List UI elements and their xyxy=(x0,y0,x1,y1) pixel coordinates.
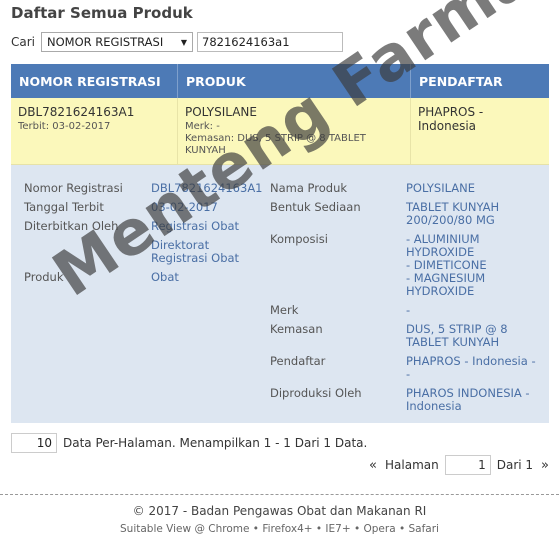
product-merk: Merk: - xyxy=(185,121,220,132)
value-tanggal: 03-02-2017 xyxy=(151,200,218,214)
cell-reg: DBL7821624163A1 Terbit: 03-02-2017 xyxy=(11,98,178,164)
label-diterbitkan: Diterbitkan Oleh xyxy=(24,219,119,233)
label-kemasan: Kemasan xyxy=(270,322,323,336)
footer-browsers: Suitable View @ Chrome • Firefox4+ • IE7… xyxy=(120,523,439,535)
page-number-input[interactable]: 1 xyxy=(444,455,491,475)
product-kemasan: Kemasan: DUS, 5 STRIP @ 8 TABLET KUNYAH xyxy=(185,133,366,156)
search-field-select[interactable]: NOMOR REGISTRASI ▼ xyxy=(41,32,193,52)
value-nomor: DBL7821624163A1 xyxy=(151,181,263,195)
cell-registrant: PHAPROS - Indonesia xyxy=(411,98,549,164)
detail-panel: Nomor Registrasi DBL7821624163A1 Tanggal… xyxy=(11,165,549,423)
results-table: NOMOR REGISTRASI PRODUK PENDAFTAR DBL782… xyxy=(11,64,549,423)
per-page-input[interactable]: 10 xyxy=(11,433,57,453)
label-bentuk: Bentuk Sediaan xyxy=(270,200,361,214)
search-label: Cari xyxy=(11,35,35,49)
registrant-country: Indonesia xyxy=(418,119,477,133)
registrant-name: PHAPROS - xyxy=(418,105,484,119)
label-merk: Merk xyxy=(270,303,299,317)
next-page-icon[interactable]: » xyxy=(541,458,549,473)
search-bar: Cari NOMOR REGISTRASI ▼ xyxy=(11,31,343,53)
table-header: NOMOR REGISTRASI PRODUK PENDAFTAR xyxy=(11,64,549,98)
label-tanggal: Tanggal Terbit xyxy=(24,200,104,214)
footer-divider xyxy=(0,494,559,495)
value-kemasan: DUS, 5 STRIP @ 8 TABLET KUNYAH xyxy=(406,322,508,349)
value-nama: POLYSILANE xyxy=(406,181,475,195)
chevron-down-icon: ▼ xyxy=(180,37,187,47)
label-pendaftar: Pendaftar xyxy=(270,354,326,368)
reg-number: DBL7821624163A1 xyxy=(18,105,135,119)
search-input[interactable] xyxy=(197,32,343,52)
pager: « Halaman 1 Dari 1 » xyxy=(369,455,549,475)
label-nomor: Nomor Registrasi xyxy=(24,181,123,195)
value-diproduksi: PHAROS INDONESIA - Indonesia xyxy=(406,386,530,413)
label-komposisi: Komposisi xyxy=(270,232,328,246)
pagination-info: Data Per-Halaman. Menampilkan 1 - 1 Dari… xyxy=(63,436,368,450)
label-nama: Nama Produk xyxy=(270,181,348,195)
label-produk: Produk xyxy=(24,270,64,284)
value-komposisi-1: - ALUMINIUM HYDROXIDE xyxy=(406,232,480,259)
prev-page-icon[interactable]: « xyxy=(369,458,377,473)
value-merk: - xyxy=(406,303,411,317)
label-diproduksi: Diproduksi Oleh xyxy=(270,386,362,400)
value-produk: Obat xyxy=(151,270,179,284)
value-komposisi-3: - MAGNESIUM HYDROXIDE xyxy=(406,271,486,298)
value-pendaftar: PHAPROS - Indonesia - - xyxy=(406,354,536,381)
search-field-value: NOMOR REGISTRASI xyxy=(47,35,164,49)
page-total: Dari 1 xyxy=(496,458,534,472)
value-bentuk: TABLET KUNYAH 200/200/80 MG xyxy=(406,200,500,227)
per-page-control: 10 Data Per-Halaman. Menampilkan 1 - 1 D… xyxy=(11,433,367,453)
halaman-label: Halaman xyxy=(385,458,439,472)
col-header-product[interactable]: PRODUK xyxy=(178,64,411,98)
page-title: Daftar Semua Produk xyxy=(11,4,193,22)
link-direktorat-registrasi-obat[interactable]: Direktorat Registrasi Obat xyxy=(151,239,251,265)
table-row[interactable]: DBL7821624163A1 Terbit: 03-02-2017 POLYS… xyxy=(11,98,549,165)
col-header-registrant[interactable]: PENDAFTAR xyxy=(411,64,549,98)
cell-product: POLYSILANE Merk: - Kemasan: DUS, 5 STRIP… xyxy=(178,98,411,164)
product-name: POLYSILANE xyxy=(185,105,257,119)
link-registrasi-obat[interactable]: Registrasi Obat xyxy=(151,220,239,233)
col-header-reg[interactable]: NOMOR REGISTRASI xyxy=(11,64,178,98)
issue-date: Terbit: 03-02-2017 xyxy=(18,121,111,132)
footer-copyright: © 2017 - Badan Pengawas Obat dan Makanan… xyxy=(132,504,427,518)
